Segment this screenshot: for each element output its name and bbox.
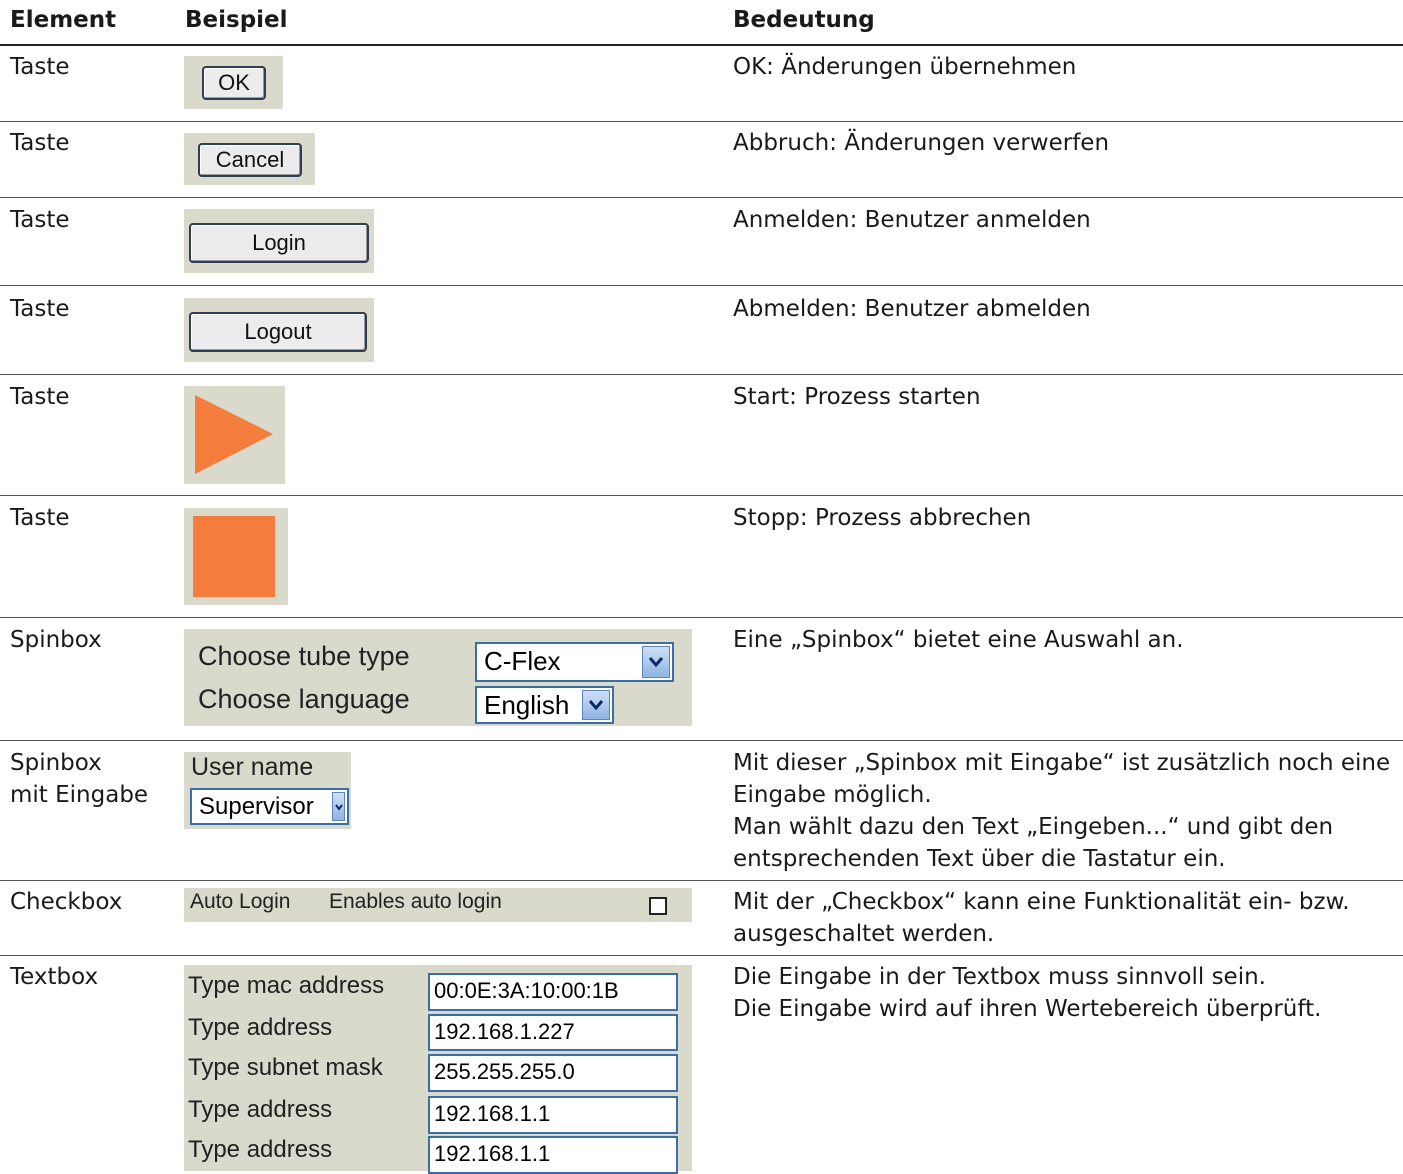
mac-address-input[interactable]: 00:0E:3A:10:00:1B (428, 973, 678, 1011)
meaning-line: Die Eingabe in der Textbox muss sinnvoll… (733, 964, 1266, 990)
spinbox-example-panel: Choose tube type C-Flex Choose language … (184, 629, 692, 726)
element-cell: Spinbox (10, 627, 102, 653)
stop-icon (193, 516, 275, 597)
dns-address-label: Type address (188, 1136, 333, 1163)
meaning-line: Start: Prozess starten (733, 384, 981, 410)
user-name-label: User name (191, 753, 314, 781)
meaning-cell: Die Eingabe in der Textbox muss sinnvoll… (733, 961, 1393, 1025)
dns-address-input[interactable]: 192.168.1.1 (428, 1136, 678, 1174)
element-cell: Textbox (10, 964, 99, 990)
auto-login-description: Enables auto login (329, 890, 502, 913)
meaning-line: Abbruch: Änderungen verwerfen (733, 130, 1110, 156)
gateway-address-input[interactable]: 192.168.1.1 (428, 1096, 678, 1134)
play-icon (195, 395, 273, 474)
meaning-line: Eingabe möglich. (733, 782, 932, 808)
element-cell: Checkbox (10, 889, 123, 915)
gateway-address-label: Type address (188, 1096, 333, 1123)
subnet-mask-input[interactable]: 255.255.255.0 (428, 1054, 678, 1092)
meaning-cell: Mit dieser „Spinbox mit Eingabe“ ist zus… (733, 747, 1393, 875)
example-panel: Cancel (184, 133, 315, 185)
editable-spinbox-example-panel: User name Supervisor (184, 752, 351, 829)
element-line: mit Eingabe (10, 782, 149, 808)
header-meaning: Bedeutung (733, 7, 875, 33)
meaning-line: ausgeschaltet werden. (733, 921, 995, 947)
header-rule (0, 44, 1403, 46)
meaning-line: entsprechenden Text über die Tastatur ei… (733, 846, 1226, 872)
auto-login-label: Auto Login (190, 890, 291, 913)
meaning-cell: Mit der „Checkbox“ kann eine Funktionali… (733, 886, 1393, 950)
language-select[interactable]: English (475, 686, 614, 724)
stop-button[interactable] (184, 508, 288, 605)
meaning-cell: Start: Prozess starten (733, 381, 1393, 413)
tube-type-select[interactable]: C-Flex (475, 642, 674, 682)
meaning-line: Mit dieser „Spinbox mit Eingabe“ ist zus… (733, 750, 1391, 776)
row-divider (0, 617, 1403, 618)
meaning-line: Abmelden: Benutzer abmelden (733, 296, 1091, 322)
meaning-cell: OK: Änderungen übernehmen (733, 51, 1393, 83)
meaning-line: Stopp: Prozess abbrechen (733, 505, 1032, 531)
meaning-line: Die Eingabe wird auf ihren Wertebereich … (733, 996, 1322, 1022)
example-panel: Logout (184, 298, 374, 362)
row-divider (0, 740, 1403, 741)
checkbox-example-panel: Auto Login Enables auto login (184, 888, 692, 922)
meaning-cell: Abbruch: Änderungen verwerfen (733, 127, 1393, 159)
element-cell: Taste (10, 54, 70, 80)
login-button[interactable]: Login (189, 223, 369, 263)
logout-button[interactable]: Logout (189, 312, 367, 352)
auto-login-checkbox[interactable] (649, 897, 667, 915)
subnet-mask-label: Type subnet mask (188, 1054, 383, 1081)
element-cell: Taste (10, 505, 70, 531)
element-cell: Spinbox mit Eingabe (10, 747, 148, 811)
chevron-down-icon[interactable] (642, 646, 670, 678)
start-button[interactable] (184, 386, 285, 484)
element-cell: Taste (10, 130, 70, 156)
mac-address-label: Type mac address (188, 972, 385, 999)
row-divider (0, 955, 1403, 956)
row-divider (0, 197, 1403, 198)
element-cell: Taste (10, 207, 70, 233)
address-input[interactable]: 192.168.1.227 (428, 1014, 678, 1051)
header-element: Element (10, 7, 117, 33)
meaning-line: Anmelden: Benutzer anmelden (733, 207, 1091, 233)
meaning-cell: Abmelden: Benutzer abmelden (733, 293, 1393, 325)
element-line: Spinbox (10, 750, 102, 776)
address-label: Type address (188, 1014, 333, 1041)
meaning-cell: Anmelden: Benutzer anmelden (733, 204, 1393, 236)
row-divider (0, 880, 1403, 881)
meaning-line: Mit der „Checkbox“ kann eine Funktionali… (733, 889, 1350, 915)
user-name-combo[interactable]: Supervisor (190, 788, 349, 825)
language-value: English (484, 690, 570, 720)
row-divider (0, 285, 1403, 286)
meaning-line: Eine „Spinbox“ bietet eine Auswahl an. (733, 627, 1184, 653)
language-label: Choose language (198, 684, 410, 714)
header-example: Beispiel (185, 7, 288, 33)
row-divider (0, 121, 1403, 122)
user-name-value: Supervisor (199, 793, 314, 820)
example-panel: OK (184, 56, 283, 109)
element-cell: Taste (10, 296, 70, 322)
meaning-cell: Stopp: Prozess abbrechen (733, 502, 1393, 534)
chevron-down-icon[interactable] (582, 690, 610, 720)
row-divider (0, 495, 1403, 496)
cancel-button[interactable]: Cancel (198, 143, 302, 177)
textbox-example-panel: Type mac address 00:0E:3A:10:00:1B Type … (184, 965, 692, 1174)
ok-button[interactable]: OK (202, 66, 266, 100)
tube-type-label: Choose tube type (198, 641, 410, 671)
meaning-line: Man wählt dazu den Text „Eingeben...“ un… (733, 814, 1334, 840)
meaning-cell: Eine „Spinbox“ bietet eine Auswahl an. (733, 624, 1393, 656)
example-panel: Login (184, 209, 374, 273)
meaning-line: OK: Änderungen übernehmen (733, 54, 1077, 80)
tube-type-value: C-Flex (484, 646, 561, 676)
element-cell: Taste (10, 384, 70, 410)
chevron-down-icon[interactable] (332, 792, 345, 821)
row-divider (0, 374, 1403, 375)
